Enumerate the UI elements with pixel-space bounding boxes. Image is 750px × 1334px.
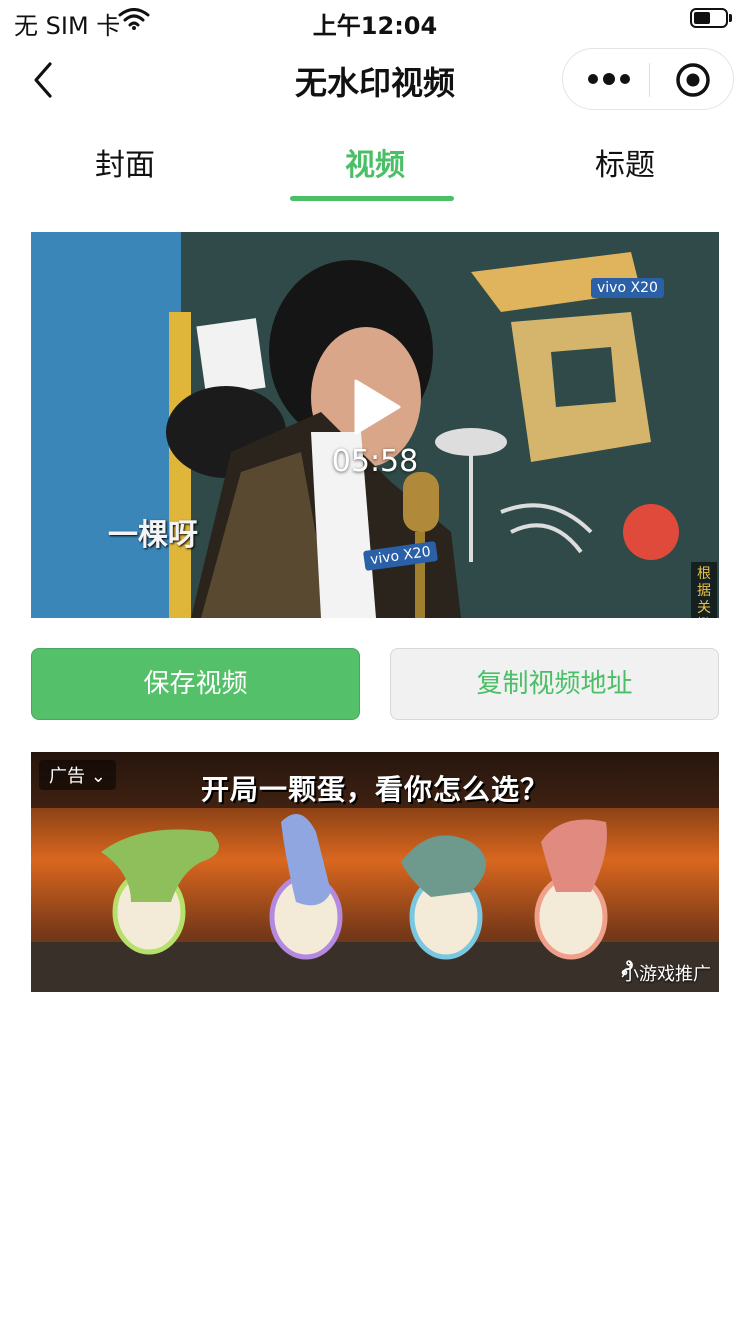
tab-cover[interactable]: 封面 [0,140,250,184]
more-icon[interactable] [585,71,633,87]
save-video-button[interactable]: 保存视频 [31,648,360,720]
ad-source: 小游戏推广 [621,960,711,986]
tab-video[interactable]: 视频 [250,140,500,184]
tab-title[interactable]: 标题 [500,140,750,184]
video-subtitle: 一棵呀 [108,518,198,553]
menu-capsule [562,48,734,110]
battery-icon [690,8,734,30]
active-tab-indicator [290,196,454,201]
copy-video-url-button[interactable]: 复制视频地址 [390,648,719,720]
ad-banner[interactable]: 广告 ⌄ 开局一颗蛋，看你怎么选？ 小游戏推广 [31,752,719,992]
status-bar: 无 SIM 卡 上午12:04 [0,0,750,40]
tab-bar: 封面 视频 标题 [0,130,750,204]
capsule-divider [649,63,650,97]
clock: 上午12:04 [312,12,438,40]
play-icon[interactable] [352,378,402,440]
close-miniprogram-icon[interactable] [675,62,711,98]
navigation-bar: 无水印视频 [0,44,750,120]
ad-headline: 开局一颗蛋，看你怎么选？ [200,773,549,806]
video-duration: 05:58 [331,444,419,479]
video-side-caption: 根据关键词「白色」接歌 [691,562,717,618]
video-logo-top: vivo X20 [591,278,664,298]
